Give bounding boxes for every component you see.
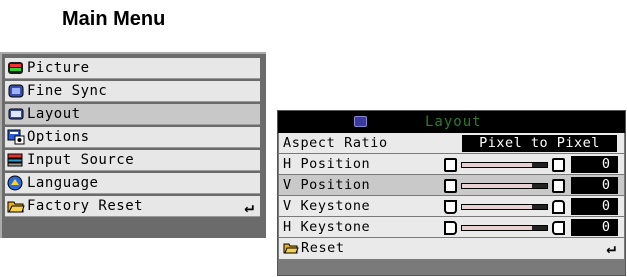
v-position-label: V Position: [283, 177, 371, 193]
v-position-value: 0: [571, 177, 618, 194]
v-position-slider[interactable]: [444, 178, 565, 193]
aspect-ratio-row[interactable]: Aspect Ratio Pixel to Pixel: [279, 133, 624, 154]
h-position-value: 0: [571, 156, 618, 173]
menu-item-label: Layout: [27, 106, 81, 122]
h-keystone-row[interactable]: H Keystone 0: [279, 217, 624, 238]
aspect-ratio-value[interactable]: Pixel to Pixel: [462, 135, 617, 152]
menu-item-options[interactable]: Options: [5, 127, 260, 148]
plus-icon: [552, 179, 565, 193]
fine-sync-icon: [7, 83, 25, 99]
v-position-row[interactable]: V Position 0: [279, 175, 624, 196]
return-icon: ↵: [606, 238, 616, 257]
minus-icon: [444, 158, 457, 172]
menu-item-label: Fine Sync: [27, 83, 108, 99]
menu-item-label: Input Source: [27, 152, 135, 168]
slider-track[interactable]: [461, 183, 548, 189]
main-menu: Picture Fine Sync Layout Options Input S…: [0, 52, 266, 238]
reset-row[interactable]: Reset ↵: [279, 238, 624, 260]
picture-icon: [7, 60, 25, 76]
reset-label: Reset: [283, 240, 345, 256]
menu-item-label: Picture: [27, 60, 90, 76]
menu-item-label: Options: [27, 129, 90, 145]
menu-item-fine-sync[interactable]: Fine Sync: [5, 81, 260, 102]
menu-item-label: Factory Reset: [27, 198, 144, 214]
v-keystone-label: V Keystone: [283, 198, 371, 214]
keystone-wide-icon: [552, 200, 565, 214]
minus-icon: [444, 179, 457, 193]
layout-icon: [7, 106, 25, 122]
v-keystone-row[interactable]: V Keystone 0: [279, 196, 624, 217]
factory-reset-icon: [7, 198, 25, 214]
slider-track[interactable]: [461, 162, 548, 168]
return-icon: ↵: [244, 196, 254, 216]
menu-item-input-source[interactable]: Input Source: [5, 150, 260, 171]
plus-icon: [552, 158, 565, 172]
h-position-slider[interactable]: [444, 157, 565, 172]
h-keystone-label: H Keystone: [283, 219, 371, 235]
slider-track[interactable]: [461, 225, 548, 231]
layout-panel: Layout Aspect Ratio Pixel to Pixel H Pos…: [277, 110, 626, 276]
h-keystone-value: 0: [571, 219, 618, 236]
menu-item-picture[interactable]: Picture: [5, 58, 260, 79]
h-position-label: H Position: [283, 156, 371, 172]
reset-folder-icon: [283, 243, 299, 254]
layout-panel-header: Layout: [278, 111, 625, 133]
reset-text: Reset: [301, 240, 345, 256]
menu-item-language[interactable]: Language: [5, 173, 260, 194]
aspect-ratio-label: Aspect Ratio: [283, 135, 388, 151]
keystone-right-icon: [552, 221, 565, 235]
language-icon: [7, 175, 25, 191]
slider-track[interactable]: [461, 204, 548, 210]
keystone-narrow-icon: [444, 200, 457, 214]
v-keystone-value: 0: [571, 198, 618, 215]
layout-panel-title: Layout: [425, 114, 482, 130]
main-menu-title: Main Menu: [62, 8, 166, 30]
layout-icon: [354, 116, 367, 127]
input-source-icon: [7, 152, 25, 168]
h-keystone-slider[interactable]: [444, 220, 565, 235]
menu-item-factory-reset[interactable]: Factory Reset ↵: [5, 196, 260, 217]
v-keystone-slider[interactable]: [444, 199, 565, 214]
h-position-row[interactable]: H Position 0: [279, 154, 624, 175]
keystone-left-icon: [444, 221, 457, 235]
options-icon: [7, 129, 25, 145]
menu-item-label: Language: [27, 175, 99, 191]
menu-item-layout[interactable]: Layout: [5, 104, 260, 125]
